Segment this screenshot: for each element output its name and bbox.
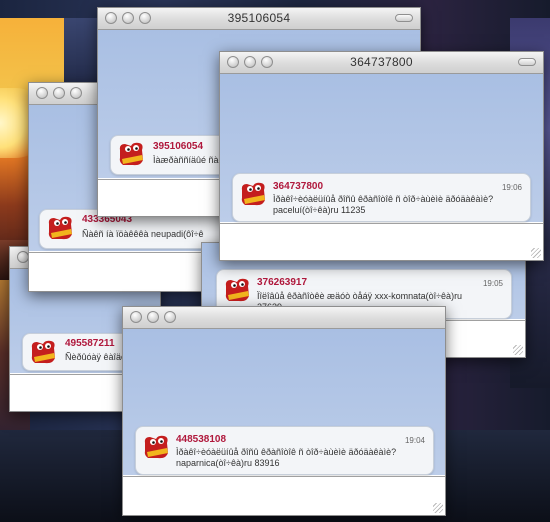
minimize-button[interactable] — [147, 311, 159, 323]
message-text: Ìàæðàññíäûé ñàê — [153, 155, 224, 165]
avatar — [225, 278, 249, 302]
close-button[interactable] — [130, 311, 142, 323]
zoom-button[interactable] — [70, 87, 82, 99]
resize-handle[interactable] — [531, 248, 541, 258]
avatar — [119, 142, 143, 166]
message-text: Ñàêñ íà ïöàêêêà neupadi(ôî÷ê — [82, 229, 204, 239]
message-area: 448538108 19:04 Ìðàêî÷èóàëüíûå ðîñû êðàñ… — [123, 329, 445, 475]
minimize-button[interactable] — [53, 87, 65, 99]
message-time: 19:05 — [482, 279, 503, 288]
message-input[interactable] — [29, 252, 219, 291]
window-titlebar[interactable]: 364737800 — [220, 52, 543, 74]
sender-id: 495587211 — [65, 338, 115, 349]
message-text: Ïîëîâûå êðàñîòêè æäóò òåáÿ xxx-komnata(ò… — [257, 291, 463, 301]
close-button[interactable] — [36, 87, 48, 99]
window-controls — [130, 311, 176, 323]
toolbar-toggle-button[interactable] — [518, 58, 536, 66]
message-time: 19:04 — [404, 436, 425, 445]
window-title: 395106054 — [227, 11, 291, 25]
message-input[interactable] — [123, 476, 445, 515]
message-text-line2: paceluí(òî÷êà)ru 11235 — [273, 205, 366, 215]
window-controls — [36, 87, 82, 99]
chat-window[interactable]: 448538108 19:04 Ìðàêî÷èóàëüíûå ðîñû êðàñ… — [122, 306, 446, 516]
window-titlebar[interactable]: 395106054 — [98, 8, 420, 30]
window-title: 364737800 — [350, 55, 413, 69]
resize-handle[interactable] — [433, 503, 443, 513]
message-input[interactable] — [220, 223, 543, 260]
message-time: 19:06 — [501, 183, 522, 192]
avatar — [48, 216, 72, 240]
message-text: Ñèðûóàÿ êàîäê — [65, 352, 127, 362]
avatar — [31, 340, 55, 364]
message-text: Ìðàêî÷èóàëüíûå ðîñû êðàñîòîê ñ òîð÷àùèìè… — [273, 194, 494, 204]
resize-handle[interactable] — [513, 345, 523, 355]
avatar — [144, 435, 168, 459]
toolbar-toggle-button[interactable] — [395, 14, 413, 22]
window-titlebar[interactable] — [123, 307, 445, 329]
zoom-button[interactable] — [164, 311, 176, 323]
message-text-line2: naparnica(òî÷êà)ru 83916 — [176, 458, 280, 468]
sender-id: 448538108 — [176, 434, 227, 445]
message-area: 364737800 19:06 Ìðàêî÷èóàëüíûå ðîñû êðàñ… — [220, 74, 543, 222]
sender-id: 364737800 — [273, 181, 324, 192]
message-text: Ìðàêî÷èóàëüíûå ðîñû êðàñîòîê ñ òîð÷àùèìè… — [176, 447, 397, 457]
message-bubble: 448538108 19:04 Ìðàêî÷èóàëüíûå ðîñû êðàñ… — [135, 426, 434, 475]
chat-window[interactable]: 364737800 364737800 19:06 Ìðàêî÷èóàëüíûå… — [219, 51, 544, 261]
sender-id: 376263917 — [257, 277, 308, 288]
message-bubble: 364737800 19:06 Ìðàêî÷èóàëüíûå ðîñû êðàñ… — [232, 173, 531, 222]
sender-id: 395106054 — [153, 141, 204, 152]
avatar — [241, 182, 265, 206]
